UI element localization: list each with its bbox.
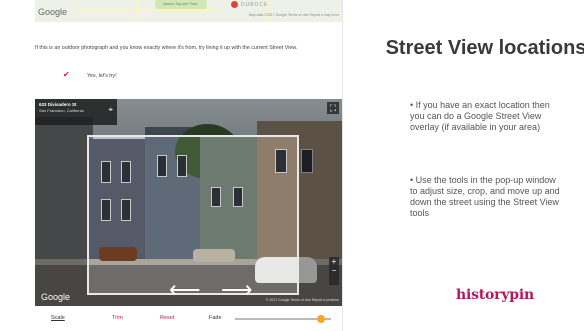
trim-tool-button[interactable]: Trim: [112, 315, 123, 321]
map-strip[interactable]: Alamo Square Park Google DUBOCE Map data…: [35, 0, 342, 22]
instructions-text: If this is an outdoor photograph and you…: [35, 45, 298, 51]
address-subtitle: San Francisco, California: [39, 108, 84, 113]
street-view-terms[interactable]: © 2017 Google Terms of Use Report a prob…: [266, 298, 339, 302]
historypin-logo: historypin: [456, 287, 534, 303]
scale-tool-button[interactable]: Scale: [51, 315, 65, 321]
fade-slider-handle[interactable]: [317, 315, 326, 323]
location-pin-icon[interactable]: ⌖: [108, 106, 113, 114]
google-logo: Google: [41, 292, 71, 302]
map-place-label: DUBOCE: [241, 2, 269, 8]
reset-tool-button[interactable]: Reset: [160, 315, 174, 321]
checkbox-label[interactable]: Yes, let's try!: [87, 73, 117, 79]
check-icon[interactable]: ✔: [63, 71, 71, 79]
overlay-tools-bar: Scale Trim Reset Fade: [35, 306, 342, 331]
slide: Alamo Square Park Google DUBOCE Map data…: [0, 0, 584, 331]
historypin-screenshot: Alamo Square Park Google DUBOCE Map data…: [23, 0, 343, 331]
zoom-control[interactable]: + −: [329, 257, 339, 285]
fade-label: Fade: [209, 315, 222, 321]
building: [35, 117, 93, 267]
zoom-out-icon[interactable]: −: [329, 266, 339, 275]
map-park-label: Alamo Square Park: [163, 1, 198, 6]
map-road: [75, 9, 215, 12]
slide-title: Street View locations: [385, 37, 584, 59]
bullet-point: • If you have an exact location then you…: [410, 100, 550, 132]
fullscreen-icon[interactable]: ⛶: [327, 102, 339, 114]
overlay-crop-frame[interactable]: [87, 135, 299, 295]
map-terms[interactable]: Map data ©2017 Google Terms of Use Repor…: [249, 13, 339, 17]
map-road: [135, 0, 138, 22]
move-forward-arrow-icon[interactable]: ⟶: [221, 279, 253, 301]
street-view-panel[interactable]: 633 Divisadero St San Francisco, Califor…: [35, 99, 342, 306]
map-pin-icon[interactable]: [231, 1, 238, 8]
zoom-in-icon[interactable]: +: [329, 257, 339, 266]
address-card: 633 Divisadero St San Francisco, Califor…: [35, 99, 117, 125]
window: [301, 149, 313, 173]
bullet-point: • Use the tools in the pop-up window to …: [410, 175, 560, 218]
google-logo: Google: [38, 7, 68, 17]
move-back-arrow-icon[interactable]: ⟵: [169, 279, 201, 301]
